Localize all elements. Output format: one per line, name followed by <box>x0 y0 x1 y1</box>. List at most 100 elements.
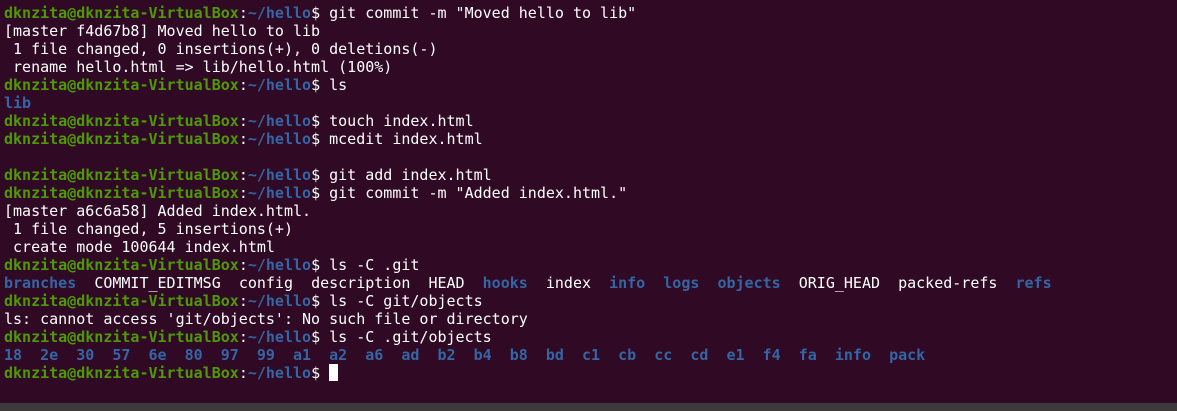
prompt-symbol: $ <box>311 184 330 202</box>
directory-entry: a2 <box>329 346 348 364</box>
prompt-path: ~/hello <box>247 256 312 274</box>
prompt-path: ~/hello <box>247 328 312 346</box>
prompt-user-host: dknzita@dknzita-VirtualBox <box>4 76 239 94</box>
prompt-path: ~/hello <box>247 76 312 94</box>
command-text: git commit -m "Moved hello to lib" <box>329 4 637 22</box>
directory-entry: hooks <box>482 274 528 292</box>
directory-entry: 97 <box>220 346 239 364</box>
prompt-path: ~/hello <box>247 112 312 130</box>
prompt-symbol: $ <box>311 4 330 22</box>
command-text: git commit -m "Added index.html." <box>329 184 628 202</box>
directory-entry: a6 <box>365 346 384 364</box>
file-entry: HEAD <box>428 274 465 292</box>
output-line: 1 file changed, 5 insertions(+) <box>4 220 1177 238</box>
prompt-line: dknzita@dknzita-VirtualBox:~/hello$ git … <box>4 184 1177 202</box>
prompt-user-host: dknzita@dknzita-VirtualBox <box>4 256 239 274</box>
prompt-line: dknzita@dknzita-VirtualBox:~/hello$ git … <box>4 4 1177 22</box>
prompt-colon: : <box>238 256 248 274</box>
directory-entry: bd <box>545 346 564 364</box>
directory-entry: f4 <box>762 346 781 364</box>
prompt-colon: : <box>238 364 248 382</box>
file-entry: config <box>238 274 293 292</box>
command-text: touch index.html <box>329 112 474 130</box>
directory-entry: 80 <box>184 346 203 364</box>
prompt-symbol: $ <box>311 76 330 94</box>
prompt-line: dknzita@dknzita-VirtualBox:~/hello$ ls -… <box>4 292 1177 310</box>
directory-entry: objects <box>717 274 781 292</box>
directory-entry: refs <box>1015 274 1052 292</box>
prompt-symbol: $ <box>311 130 330 148</box>
prompt-path: ~/hello <box>247 130 312 148</box>
file-entry: index <box>545 274 592 292</box>
directory-entry: b4 <box>473 346 492 364</box>
prompt-path: ~/hello <box>247 166 312 184</box>
directory-entry: cc <box>654 346 673 364</box>
text-cursor[interactable] <box>329 364 339 381</box>
command-text: mcedit index.html <box>329 130 483 148</box>
prompt-line: dknzita@dknzita-VirtualBox:~/hello$ touc… <box>4 112 1177 130</box>
prompt-user-host: dknzita@dknzita-VirtualBox <box>4 364 239 382</box>
directory-entry: branches <box>4 274 77 292</box>
directory-entry: 30 <box>76 346 95 364</box>
file-entry: ORIG_HEAD <box>798 274 881 292</box>
directory-entry: 99 <box>256 346 275 364</box>
prompt-user-host: dknzita@dknzita-VirtualBox <box>4 328 239 346</box>
prompt-colon: : <box>238 292 248 310</box>
output-text: ls: cannot access 'git/objects': No such… <box>4 310 528 328</box>
prompt-user-host: dknzita@dknzita-VirtualBox <box>4 130 239 148</box>
output-line: 1 file changed, 0 insertions(+), 0 delet… <box>4 40 1177 58</box>
prompt-colon: : <box>238 112 248 130</box>
prompt-path: ~/hello <box>247 292 312 310</box>
output-text: create mode 100644 index.html <box>4 238 275 256</box>
command-text: ls <box>329 76 348 94</box>
prompt-colon: : <box>238 166 248 184</box>
command-text: git add index.html <box>329 166 492 184</box>
prompt-line: dknzita@dknzita-VirtualBox:~/hello$ <box>4 364 1177 382</box>
directory-entry: 6e <box>148 346 167 364</box>
directory-entry: b8 <box>509 346 528 364</box>
listing-line: lib <box>4 94 1177 112</box>
directory-entry: logs <box>663 274 700 292</box>
output-text: 1 file changed, 5 insertions(+) <box>4 220 293 238</box>
directory-entry: cd <box>690 346 709 364</box>
directory-entry: info <box>609 274 646 292</box>
terminal-window[interactable]: dknzita@dknzita-VirtualBox:~/hello$ git … <box>0 0 1177 403</box>
output-text: [master f4d67b8] Moved hello to lib <box>4 22 321 40</box>
prompt-path: ~/hello <box>247 4 312 22</box>
file-entry: description <box>311 274 411 292</box>
directory-entry: lib <box>4 94 32 112</box>
directory-entry: cb <box>618 346 637 364</box>
prompt-colon: : <box>238 4 248 22</box>
prompt-user-host: dknzita@dknzita-VirtualBox <box>4 166 239 184</box>
prompt-path: ~/hello <box>247 364 312 382</box>
file-entry: packed-refs <box>898 274 998 292</box>
output-line: [master a6c6a58] Added index.html. <box>4 202 1177 220</box>
prompt-path: ~/hello <box>247 184 312 202</box>
prompt-symbol: $ <box>311 112 330 130</box>
directory-entry: pack <box>889 346 926 364</box>
file-entry: COMMIT_EDITMSG <box>94 274 221 292</box>
prompt-symbol: $ <box>311 292 330 310</box>
directory-entry: a1 <box>293 346 312 364</box>
prompt-colon: : <box>238 130 248 148</box>
prompt-symbol: $ <box>311 166 330 184</box>
directory-entry: c1 <box>582 346 601 364</box>
directory-entry: 2e <box>40 346 59 364</box>
prompt-colon: : <box>238 184 248 202</box>
output-line: create mode 100644 index.html <box>4 238 1177 256</box>
output-text: 1 file changed, 0 insertions(+), 0 delet… <box>4 40 438 58</box>
output-line: rename hello.html => lib/hello.html (100… <box>4 58 1177 76</box>
command-text: ls -C git/objects <box>329 292 483 310</box>
listing-line: branches COMMIT_EDITMSG config descripti… <box>4 274 1177 292</box>
output-text: rename hello.html => lib/hello.html (100… <box>4 58 393 76</box>
directory-entry: info <box>834 346 871 364</box>
directory-entry: fa <box>798 346 817 364</box>
prompt-line: dknzita@dknzita-VirtualBox:~/hello$ ls -… <box>4 256 1177 274</box>
output-text: [master a6c6a58] Added index.html. <box>4 202 312 220</box>
directory-entry: 57 <box>112 346 131 364</box>
prompt-user-host: dknzita@dknzita-VirtualBox <box>4 4 239 22</box>
command-text: ls -C .git <box>329 256 420 274</box>
output-line: ls: cannot access 'git/objects': No such… <box>4 310 1177 328</box>
prompt-colon: : <box>238 76 248 94</box>
prompt-user-host: dknzita@dknzita-VirtualBox <box>4 292 239 310</box>
